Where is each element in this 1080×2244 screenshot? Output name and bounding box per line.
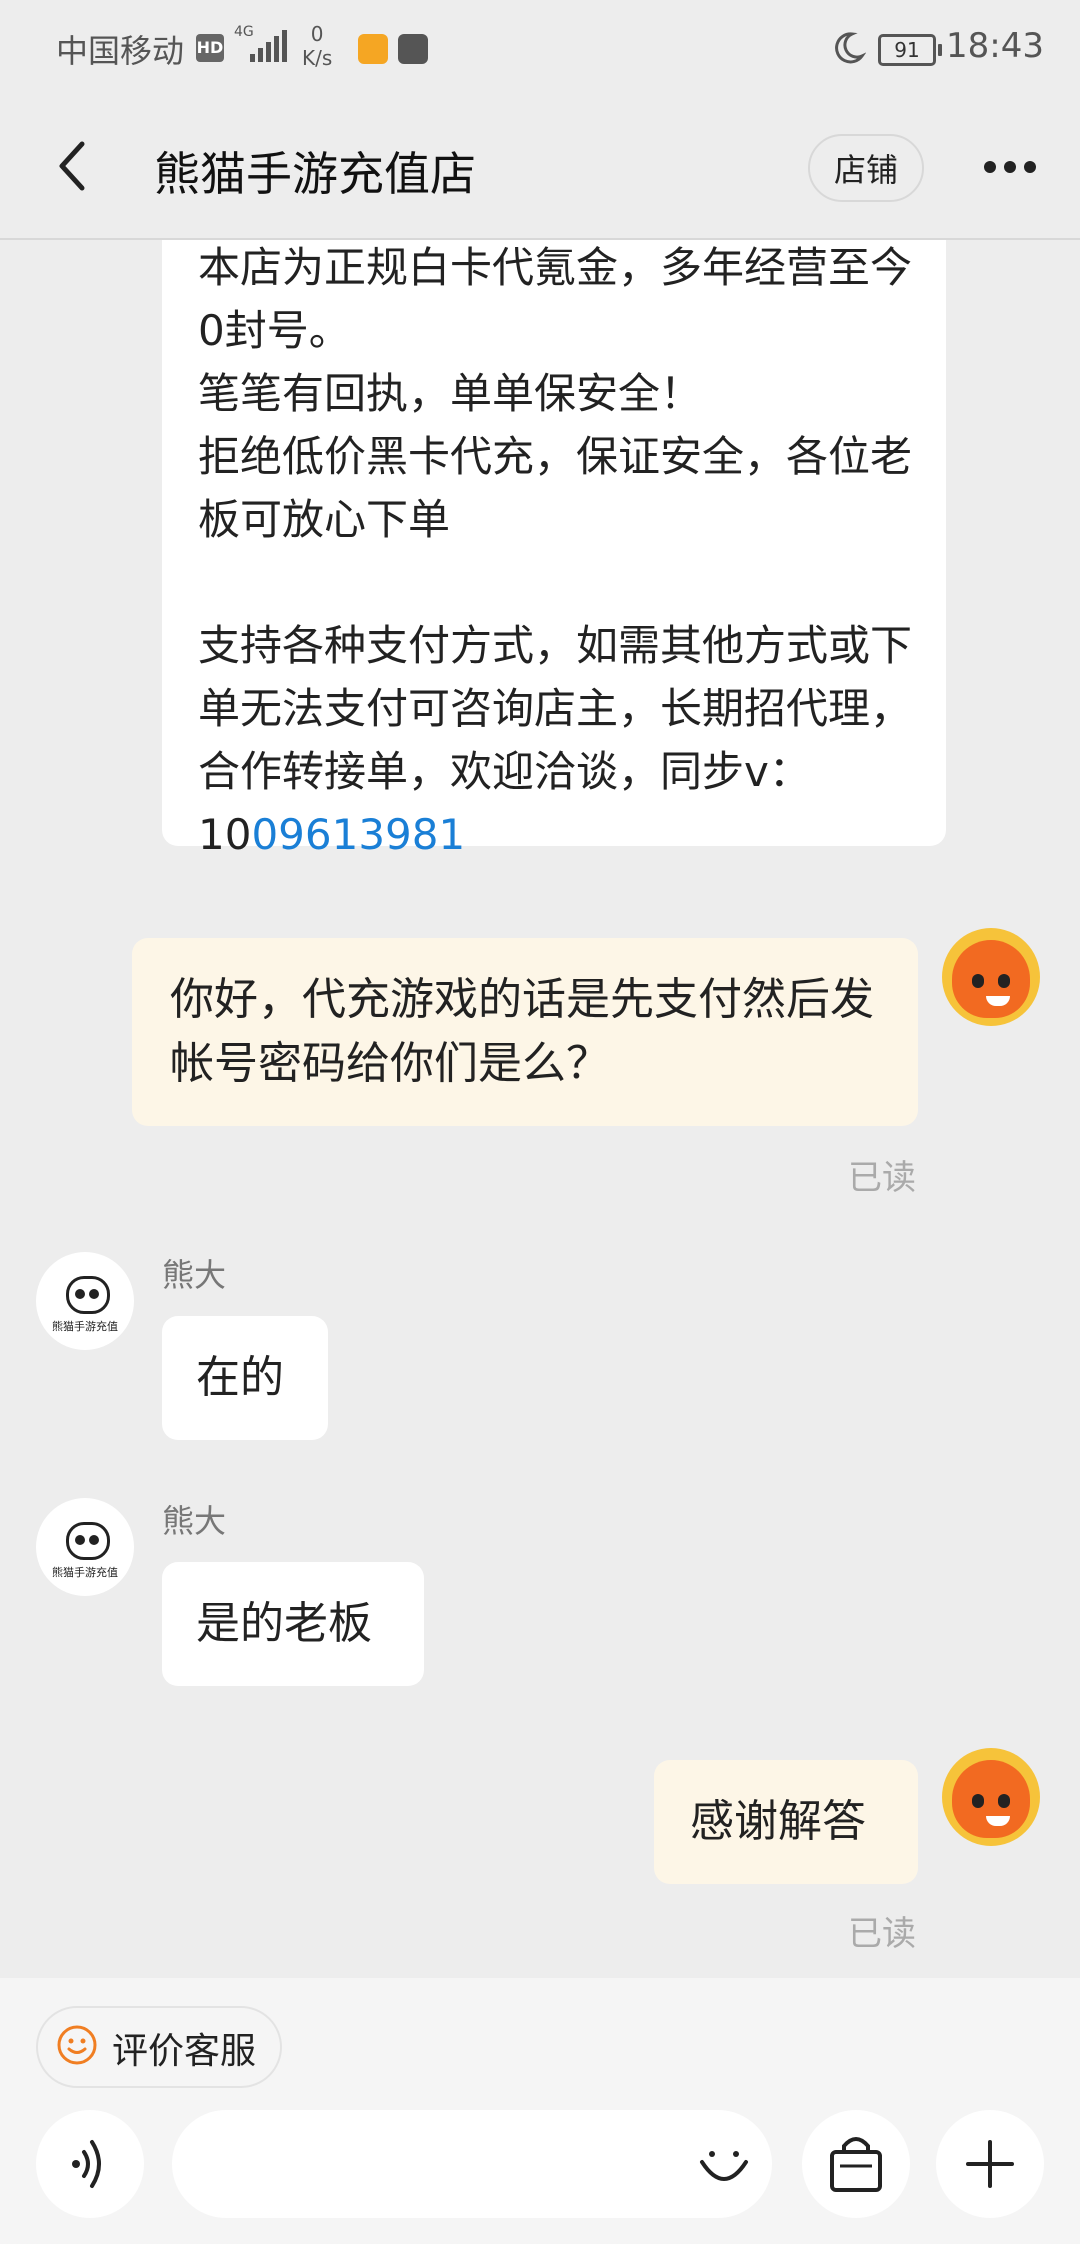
- emoji-icon[interactable]: [692, 2134, 756, 2198]
- huawei-app-icon: [398, 34, 428, 64]
- add-more-button[interactable]: [936, 2110, 1044, 2218]
- product-bag-button[interactable]: [802, 2110, 910, 2218]
- hd-icon: HD: [196, 34, 224, 62]
- sender-name: 熊大: [162, 1256, 227, 1294]
- avatar-caption: 熊猫手游充值: [52, 1566, 118, 1579]
- header-bar: 熊猫手游充值店 店铺: [0, 96, 1080, 240]
- carrier-label: 中国移动: [56, 32, 185, 70]
- my-message-bubble[interactable]: 感谢解答: [654, 1760, 918, 1884]
- voice-input-button[interactable]: [36, 2110, 144, 2218]
- read-status: 已读: [848, 1914, 916, 1954]
- message-text: 你好，代充游戏的话是先支付然后发帐号密码给你们是么？: [170, 974, 874, 1089]
- rate-service-label: 评价客服: [112, 2031, 257, 2072]
- store-info-message: 本店为正规白卡代氪金，多年经营至今0封号。 笔笔有回执，单单保安全！ 拒绝低价黑…: [162, 240, 946, 859]
- phone-number-link[interactable]: 09613981: [251, 810, 465, 859]
- more-options-icon[interactable]: [984, 158, 1044, 174]
- clock: 18:43: [946, 26, 1044, 66]
- shopping-bag-icon: [830, 2137, 882, 2192]
- input-bar: 评价客服: [0, 1978, 1080, 2244]
- sender-name: 熊大: [162, 1502, 227, 1540]
- read-status: 已读: [848, 1158, 916, 1198]
- message-text: 在的: [196, 1352, 284, 1403]
- speed-unit: K/s: [302, 46, 333, 70]
- other-message-bubble[interactable]: 是的老板: [162, 1562, 424, 1686]
- plus-icon: [966, 2140, 1014, 2188]
- my-message-bubble[interactable]: 你好，代充游戏的话是先支付然后发帐号密码给你们是么？: [132, 938, 918, 1126]
- page-title: 熊猫手游充值店: [154, 147, 476, 201]
- panda-avatar[interactable]: 熊猫手游充值: [36, 1498, 134, 1596]
- message-input[interactable]: [172, 2110, 772, 2218]
- store-info-text: 本店为正规白卡代氪金，多年经营至今0封号。 笔笔有回执，单单保安全！ 拒绝低价黑…: [198, 240, 918, 866]
- shop-button[interactable]: 店铺: [808, 134, 924, 202]
- status-bar: 中国移动 HD 4G 0 K/s 91 18:43: [0, 0, 1080, 96]
- signal-icon: [250, 30, 287, 62]
- moon-icon: [835, 32, 866, 64]
- rate-service-button[interactable]: 评价客服: [36, 2006, 282, 2088]
- message-text: 是的老板: [196, 1598, 372, 1649]
- panda-avatar[interactable]: 熊猫手游充值: [36, 1252, 134, 1350]
- voice-icon: [72, 2140, 101, 2188]
- notification-app-icon: [358, 34, 388, 64]
- chat-area[interactable]: 本店为正规白卡代氪金，多年经营至今0封号。 笔笔有回执，单单保安全！ 拒绝低价黑…: [0, 240, 1080, 1978]
- message-text: 感谢解答: [690, 1796, 866, 1847]
- avatar-caption: 熊猫手游充值: [52, 1320, 118, 1333]
- back-arrow-icon[interactable]: [52, 140, 98, 192]
- other-message-bubble[interactable]: 在的: [162, 1316, 328, 1440]
- my-avatar[interactable]: [942, 1748, 1040, 1846]
- smiley-icon: [57, 2025, 97, 2065]
- speed-value: 0: [310, 22, 324, 46]
- my-avatar[interactable]: [942, 928, 1040, 1026]
- store-info-body: 本店为正规白卡代氪金，多年经营至今0封号。 笔笔有回执，单单保安全！ 拒绝低价黑…: [198, 243, 913, 859]
- battery-icon: 91: [878, 34, 942, 66]
- network-speed: 0 K/s: [302, 22, 332, 70]
